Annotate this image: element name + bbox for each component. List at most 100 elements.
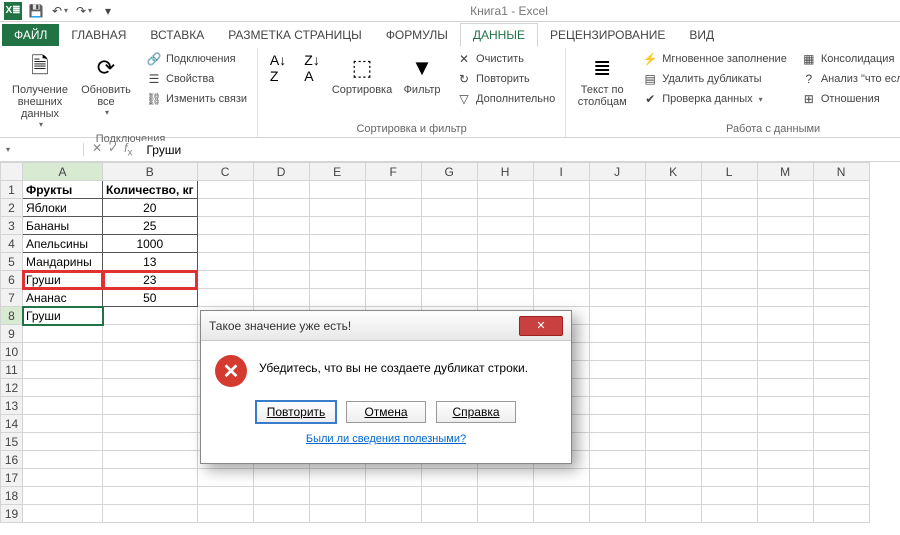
- cell-K17[interactable]: [645, 469, 701, 487]
- cell-N16[interactable]: [813, 451, 869, 469]
- cell-B8[interactable]: [103, 307, 198, 325]
- cell-L8[interactable]: [701, 307, 757, 325]
- cell-F7[interactable]: [365, 289, 421, 307]
- cell-D19[interactable]: [253, 505, 309, 523]
- cell-G3[interactable]: [421, 217, 477, 235]
- row-header-11[interactable]: 11: [1, 361, 23, 379]
- relations-button[interactable]: ⊞Отношения: [797, 90, 900, 108]
- retry-button[interactable]: Повторить: [256, 401, 336, 423]
- advanced-filter-button[interactable]: ▽Дополнительно: [452, 90, 559, 108]
- tab-formulas[interactable]: ФОРМУЛЫ: [374, 24, 460, 46]
- row-header-15[interactable]: 15: [1, 433, 23, 451]
- refresh-all-button[interactable]: ⟳ Обновить все: [76, 50, 136, 119]
- confirm-edit-icon[interactable]: ✓: [108, 141, 118, 158]
- cell-A16[interactable]: [23, 451, 103, 469]
- cell-L18[interactable]: [701, 487, 757, 505]
- cell-B9[interactable]: [103, 325, 198, 343]
- col-header-C[interactable]: C: [197, 163, 253, 181]
- cell-B17[interactable]: [103, 469, 198, 487]
- cell-C1[interactable]: [197, 181, 253, 199]
- cell-I5[interactable]: [533, 253, 589, 271]
- cell-K6[interactable]: [645, 271, 701, 289]
- cell-J7[interactable]: [589, 289, 645, 307]
- redo-button[interactable]: ↷: [74, 1, 94, 21]
- cell-A7[interactable]: Ананас: [23, 289, 103, 307]
- cell-L1[interactable]: [701, 181, 757, 199]
- cell-L9[interactable]: [701, 325, 757, 343]
- cancel-edit-icon[interactable]: ✕: [92, 141, 102, 158]
- cell-M13[interactable]: [757, 397, 813, 415]
- cell-M15[interactable]: [757, 433, 813, 451]
- cell-M16[interactable]: [757, 451, 813, 469]
- cell-K16[interactable]: [645, 451, 701, 469]
- cell-J15[interactable]: [589, 433, 645, 451]
- row-header-10[interactable]: 10: [1, 343, 23, 361]
- cell-M5[interactable]: [757, 253, 813, 271]
- tab-insert[interactable]: ВСТАВКА: [138, 24, 216, 46]
- cell-E3[interactable]: [309, 217, 365, 235]
- cell-M7[interactable]: [757, 289, 813, 307]
- cell-N11[interactable]: [813, 361, 869, 379]
- cell-L13[interactable]: [701, 397, 757, 415]
- cell-B11[interactable]: [103, 361, 198, 379]
- tab-home[interactable]: ГЛАВНАЯ: [59, 24, 138, 46]
- cell-K7[interactable]: [645, 289, 701, 307]
- row-header-17[interactable]: 17: [1, 469, 23, 487]
- cell-H18[interactable]: [477, 487, 533, 505]
- reapply-button[interactable]: ↻Повторить: [452, 70, 559, 88]
- row-header-4[interactable]: 4: [1, 235, 23, 253]
- clear-filter-button[interactable]: ✕Очистить: [452, 50, 559, 68]
- cell-E18[interactable]: [309, 487, 365, 505]
- cell-B7[interactable]: 50: [103, 289, 198, 307]
- row-header-13[interactable]: 13: [1, 397, 23, 415]
- cell-L17[interactable]: [701, 469, 757, 487]
- tab-data[interactable]: ДАННЫЕ: [460, 23, 538, 47]
- cell-M14[interactable]: [757, 415, 813, 433]
- cell-F17[interactable]: [365, 469, 421, 487]
- cell-G17[interactable]: [421, 469, 477, 487]
- cell-G18[interactable]: [421, 487, 477, 505]
- cell-A13[interactable]: [23, 397, 103, 415]
- cell-A15[interactable]: [23, 433, 103, 451]
- col-header-L[interactable]: L: [701, 163, 757, 181]
- cell-H6[interactable]: [477, 271, 533, 289]
- cell-M2[interactable]: [757, 199, 813, 217]
- sort-button[interactable]: ⬚ Сортировка: [332, 50, 392, 98]
- cell-C3[interactable]: [197, 217, 253, 235]
- feedback-link[interactable]: Были ли сведения полезными?: [306, 433, 466, 445]
- cell-B3[interactable]: 25: [103, 217, 198, 235]
- cell-M12[interactable]: [757, 379, 813, 397]
- cell-J19[interactable]: [589, 505, 645, 523]
- cell-J16[interactable]: [589, 451, 645, 469]
- cell-N1[interactable]: [813, 181, 869, 199]
- cell-A1[interactable]: Фрукты: [23, 181, 103, 199]
- cell-D4[interactable]: [253, 235, 309, 253]
- cell-A10[interactable]: [23, 343, 103, 361]
- tab-view[interactable]: ВИД: [677, 24, 726, 46]
- tab-file[interactable]: ФАЙЛ: [2, 24, 59, 46]
- cell-J8[interactable]: [589, 307, 645, 325]
- cell-B6[interactable]: 23: [103, 271, 198, 289]
- cell-M8[interactable]: [757, 307, 813, 325]
- cell-C19[interactable]: [197, 505, 253, 523]
- cell-I4[interactable]: [533, 235, 589, 253]
- cell-M10[interactable]: [757, 343, 813, 361]
- cell-J14[interactable]: [589, 415, 645, 433]
- cell-K5[interactable]: [645, 253, 701, 271]
- cell-K11[interactable]: [645, 361, 701, 379]
- cell-N3[interactable]: [813, 217, 869, 235]
- cell-M1[interactable]: [757, 181, 813, 199]
- row-header-7[interactable]: 7: [1, 289, 23, 307]
- cell-H4[interactable]: [477, 235, 533, 253]
- cell-L14[interactable]: [701, 415, 757, 433]
- cell-L19[interactable]: [701, 505, 757, 523]
- cell-I3[interactable]: [533, 217, 589, 235]
- cell-C17[interactable]: [197, 469, 253, 487]
- whatif-button[interactable]: ?Анализ "что если": [797, 70, 900, 88]
- qat-customize-icon[interactable]: ▾: [98, 1, 118, 21]
- cell-M9[interactable]: [757, 325, 813, 343]
- cell-E7[interactable]: [309, 289, 365, 307]
- formula-input[interactable]: [140, 141, 900, 159]
- cell-D7[interactable]: [253, 289, 309, 307]
- cell-F2[interactable]: [365, 199, 421, 217]
